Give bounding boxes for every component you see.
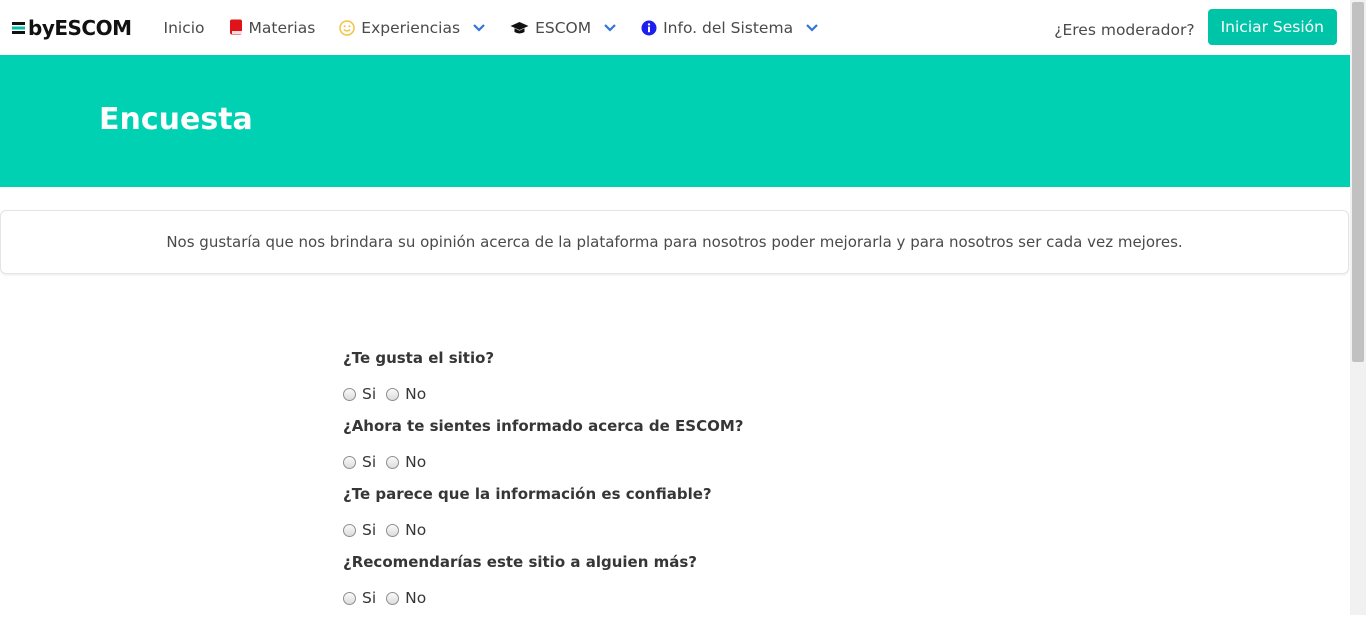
- moderator-prompt: ¿Eres moderador?: [1054, 21, 1195, 39]
- option-no[interactable]: No: [386, 589, 426, 607]
- question-label: ¿Ahora te sientes informado acerca de ES…: [343, 417, 744, 435]
- question-block: ¿Recomendarías este sitio a alguien más?…: [343, 553, 743, 621]
- nav-inicio[interactable]: Inicio: [152, 0, 217, 55]
- question-block: ¿Te gusta el sitio? Si No: [343, 349, 743, 417]
- info-icon: [641, 20, 657, 36]
- vertical-scrollbar[interactable]: [1350, 0, 1366, 615]
- option-si[interactable]: Si: [343, 453, 376, 471]
- nav-info-sistema-label: Info. del Sistema: [663, 18, 794, 37]
- book-icon: [229, 19, 243, 36]
- answer-options: Si No: [343, 371, 743, 417]
- option-si[interactable]: Si: [343, 589, 376, 607]
- answer-options: Si No: [343, 439, 743, 485]
- brand-logo[interactable]: byESCOM: [12, 16, 132, 40]
- option-si[interactable]: Si: [343, 521, 376, 539]
- nav-materias-label: Materias: [248, 18, 316, 37]
- radio-button[interactable]: [343, 591, 356, 605]
- intro-notice-text: Nos gustaría que nos brindara su opinión…: [166, 233, 1183, 251]
- option-si[interactable]: Si: [343, 385, 376, 403]
- radio-button[interactable]: [343, 455, 356, 469]
- chevron-down-icon: [603, 23, 617, 33]
- survey-form: ¿Te gusta el sitio? Si No ¿Ahora te sien…: [343, 349, 743, 621]
- nav-experiencias[interactable]: Experiencias: [327, 0, 498, 55]
- chevron-down-icon: [472, 23, 486, 33]
- radio-button[interactable]: [343, 523, 356, 537]
- radio-button[interactable]: [386, 591, 400, 605]
- radio-button[interactable]: [343, 387, 356, 401]
- answer-options: Si No: [343, 575, 743, 621]
- nav-right: ¿Eres moderador? Iniciar Sesión: [1054, 9, 1337, 45]
- navbar: byESCOM Inicio Materias Experiencias ESC…: [0, 0, 1350, 55]
- nav-escom-label: ESCOM: [535, 18, 592, 37]
- question-label: ¿Recomendarías este sitio a alguien más?: [343, 553, 697, 571]
- nav-experiencias-label: Experiencias: [361, 18, 461, 37]
- brand-name: byESCOM: [28, 15, 132, 40]
- login-button[interactable]: Iniciar Sesión: [1207, 9, 1337, 45]
- chevron-down-icon: [805, 23, 819, 33]
- option-label: No: [405, 385, 427, 403]
- option-no[interactable]: No: [386, 453, 426, 471]
- option-label: No: [405, 453, 427, 471]
- option-label: Si: [362, 453, 377, 471]
- option-label: Si: [362, 589, 377, 607]
- question-label: ¿Te gusta el sitio?: [343, 349, 495, 367]
- option-no[interactable]: No: [386, 385, 426, 403]
- hero-banner: Encuesta: [0, 55, 1350, 187]
- answer-options: Si No: [343, 507, 743, 553]
- option-label: No: [405, 521, 427, 539]
- intro-notice: Nos gustaría que nos brindara su opinión…: [0, 210, 1349, 274]
- option-label: Si: [362, 521, 377, 539]
- logo-icon: [12, 21, 25, 34]
- option-no[interactable]: No: [386, 521, 426, 539]
- nav-escom[interactable]: ESCOM: [498, 0, 629, 55]
- question-block: ¿Ahora te sientes informado acerca de ES…: [343, 417, 743, 485]
- question-block: ¿Te parece que la información es confiab…: [343, 485, 743, 553]
- nav-info-sistema[interactable]: Info. del Sistema: [629, 0, 831, 55]
- page-title: Encuesta: [99, 102, 253, 137]
- nav-materias[interactable]: Materias: [217, 0, 328, 55]
- question-label: ¿Te parece que la información es confiab…: [343, 485, 712, 503]
- radio-button[interactable]: [386, 523, 400, 537]
- radio-button[interactable]: [386, 387, 400, 401]
- option-label: Si: [362, 385, 377, 403]
- scrollbar-thumb[interactable]: [1352, 2, 1364, 362]
- option-label: No: [405, 589, 427, 607]
- graduation-cap-icon: [510, 21, 529, 35]
- radio-button[interactable]: [386, 455, 400, 469]
- smiley-icon: [339, 19, 356, 36]
- nav-inicio-label: Inicio: [163, 18, 205, 37]
